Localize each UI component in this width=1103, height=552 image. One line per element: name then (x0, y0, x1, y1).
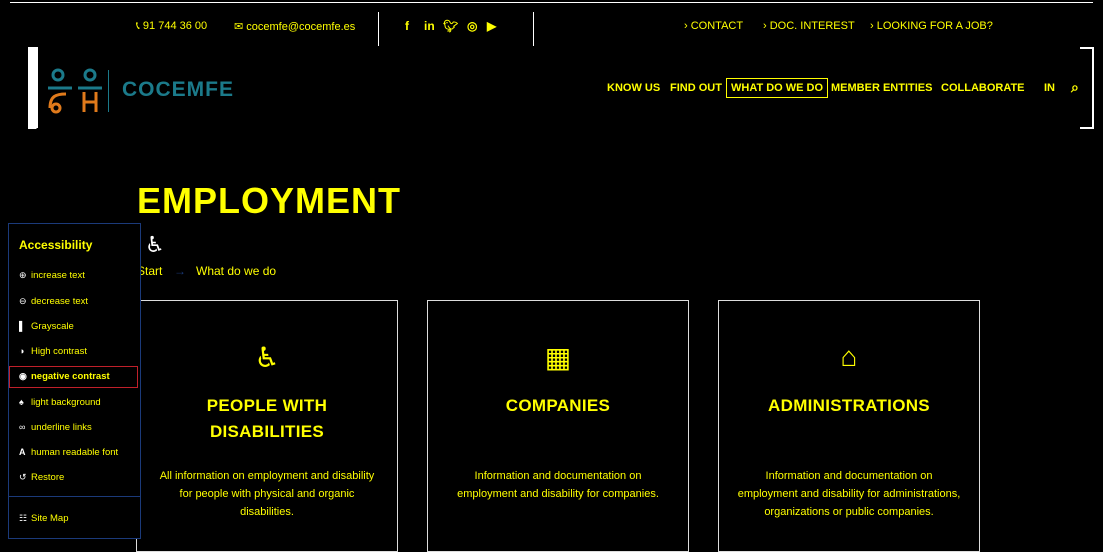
option-label: underline links (31, 422, 92, 433)
decrease-text-button[interactable]: ⊖ decrease text (19, 296, 88, 307)
eye-icon: ◉ (19, 371, 27, 381)
card-title-line: COMPANIES (505, 396, 611, 415)
grayscale-icon: ▌ (19, 321, 26, 331)
card-title-line: ADMINISTRATIONS (768, 396, 930, 415)
accessibility-title: Accessibility (19, 238, 93, 252)
accessibility-panel: Accessibility ⊕ increase text ⊖ decrease t… (8, 223, 141, 539)
option-label: Site Map (31, 513, 69, 524)
option-label: Restore (31, 472, 65, 483)
underline-links-button[interactable]: ∞ underline links (19, 422, 92, 433)
contact-link[interactable]: › CONTACT (684, 20, 743, 32)
option-label: increase text (31, 270, 85, 281)
restore-button[interactable]: ↺ Restore (19, 472, 64, 483)
nav-collaborate[interactable]: COLLABORATE (941, 82, 1025, 94)
phone-link[interactable]: 📞︎ 91 744 36 00 (136, 20, 207, 33)
card-title: ADMINISTRATIONS (719, 393, 979, 419)
sitemap-icon: ☷ (19, 513, 28, 523)
high-contrast-button[interactable]: ◑ High contrast (19, 346, 87, 357)
email-address: cocemfe@cocemfe.es (246, 21, 356, 33)
card-text: Information and documentation on employm… (737, 470, 961, 518)
nav-know-us[interactable]: KNOW US (607, 82, 660, 94)
phone-number: 91 744 36 00 (142, 20, 208, 32)
twitter-icon[interactable]: 🐦︎ (443, 19, 458, 33)
building-icon: ▦ (544, 342, 572, 373)
card-people-with-disabilities[interactable]: ♿︎ PEOPLE WITH DISABILITIES All informat… (136, 300, 398, 552)
grayscale-button[interactable]: ▌ Grayscale (19, 321, 74, 332)
facebook-icon[interactable]: f (405, 19, 409, 33)
restore-icon: ↺ (19, 472, 27, 482)
panel-divider (9, 496, 140, 497)
search-icon[interactable]: ⌕ (1071, 79, 1079, 96)
negative-contrast-button[interactable]: ◉ negative contrast (19, 371, 110, 382)
divider (378, 12, 379, 46)
increase-text-button[interactable]: ⊕ increase text (19, 270, 85, 281)
option-label: High contrast (31, 346, 87, 357)
nav-member-entities[interactable]: MEMBER ENTITIES (831, 82, 932, 94)
font-icon: A (19, 447, 26, 457)
card-text: All information on employment and disabi… (159, 470, 375, 518)
card-title: COMPANIES (428, 393, 688, 419)
instagram-icon[interactable]: ◎ (467, 19, 477, 33)
light-background-button[interactable]: ♠ light background (19, 397, 101, 408)
job-link[interactable]: › LOOKING FOR A JOB? (870, 20, 993, 32)
site-map-link[interactable]: ☷ Site Map (19, 513, 69, 524)
nav-find-out[interactable]: FIND OUT (670, 82, 722, 94)
mail-icon: ✉ (234, 21, 244, 33)
doc-interest-link[interactable]: › DOC. INTEREST (763, 20, 855, 32)
nav-language[interactable]: IN (1044, 82, 1055, 94)
breadcrumb-separator: → (174, 264, 186, 278)
card-text: Information and documentation on employm… (457, 470, 659, 500)
logo-text: COCEMFE (122, 78, 234, 101)
nav-what-do-we-do[interactable]: WHAT DO WE DO (726, 78, 829, 98)
divider (533, 12, 534, 46)
readable-font-button[interactable]: Ahuman readable font (19, 447, 118, 458)
government-building-icon: ⌂ (840, 341, 858, 372)
top-bar: 📞︎ 91 744 36 00 ✉ cocemfe@cocemfe.es f i… (0, 0, 1103, 46)
option-label: negative contrast (31, 371, 110, 382)
link-icon: ∞ (19, 422, 26, 432)
card-administrations[interactable]: ⌂ ADMINISTRATIONS Information and docume… (718, 300, 980, 552)
breadcrumb-current: What do we do (196, 264, 277, 278)
linkedin-icon[interactable]: in (424, 19, 435, 33)
card-companies[interactable]: ▦ COMPANIES Information and documentatio… (427, 300, 689, 552)
zoom-in-icon: ⊕ (19, 270, 27, 280)
wheelchair-icon: ♿︎ (145, 232, 165, 257)
option-label: decrease text (31, 296, 89, 307)
option-label: human readable font (31, 447, 119, 458)
accessible-person-icon: ♿︎ (254, 342, 280, 373)
logo-icon (48, 68, 102, 114)
header-edge (1080, 47, 1094, 129)
option-label: Grayscale (31, 321, 74, 332)
card-title-line: DISABILITIES (209, 422, 325, 441)
youtube-icon[interactable]: ▶ (487, 19, 496, 33)
logo[interactable]: COCEMFE (44, 68, 234, 118)
email-link[interactable]: ✉ cocemfe@cocemfe.es (234, 20, 355, 33)
page-title: EMPLOYMENT (137, 180, 402, 221)
zoom-out-icon: ⊖ (19, 296, 27, 306)
contrast-icon: ◑ (19, 346, 25, 356)
option-label: light background (31, 397, 101, 408)
card-title: PEOPLE WITH DISABILITIES (137, 393, 397, 445)
lightbulb-icon: ♠ (19, 397, 24, 407)
logo-divider (108, 70, 109, 112)
card-title-line: PEOPLE WITH (206, 396, 328, 415)
phone-icon: 📞︎ (136, 20, 140, 32)
